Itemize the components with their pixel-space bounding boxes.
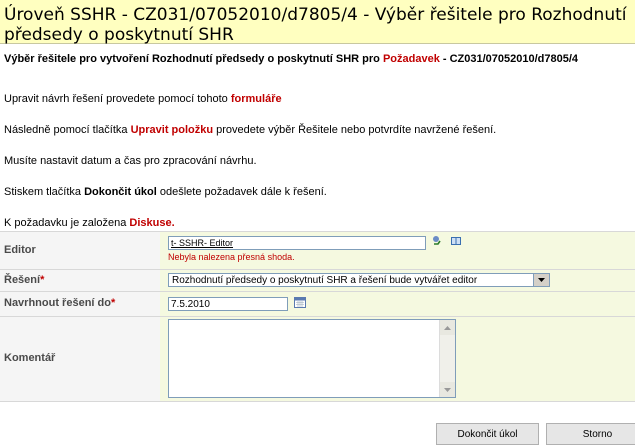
reseni-selected-value: Rozhodnutí předsedy o poskytnutí SHR a ř…: [172, 275, 478, 286]
para1-text: Upravit návrh řešení provedete pomocí to…: [4, 93, 231, 105]
editor-label: Editor: [0, 232, 160, 269]
task-form: Editor t- SSHR- Editor Nebyla nalezena p…: [0, 231, 635, 402]
para2-prefix: Následně pomocí tlačítka: [4, 124, 131, 136]
edit-item-link[interactable]: Upravit položku: [131, 124, 214, 136]
date-label-text: Navrhnout řešení do: [4, 297, 111, 309]
date-row: Navrhnout řešení do* 7.5.2010: [0, 292, 635, 317]
required-marker: *: [110, 297, 116, 309]
discussion-link[interactable]: Diskuse.: [129, 217, 174, 229]
date-field-cell: 7.5.2010: [160, 292, 635, 316]
reseni-row: Řešení* Rozhodnutí předsedy o poskytnutí…: [0, 270, 635, 292]
comment-field-cell: [160, 317, 635, 401]
para2-suffix: provedete výběr Řešitele nebo potvrdíte …: [213, 124, 497, 136]
reseni-label: Řešení*: [0, 270, 160, 291]
instruction-edit: Následně pomocí tlačítka Upravit položku…: [0, 123, 500, 137]
editor-error: Nebyla nalezena přesná shoda.: [168, 252, 295, 262]
pozadavek-link[interactable]: Požadavek: [383, 53, 440, 65]
editor-row: Editor t- SSHR- Editor Nebyla nalezena p…: [0, 232, 635, 270]
instruction-finish: Stiskem tlačítka Dokončit úkol odešlete …: [0, 185, 331, 199]
address-book-icon[interactable]: [450, 235, 462, 250]
chevron-down-icon[interactable]: [533, 274, 549, 286]
form-link[interactable]: formuláře: [231, 93, 282, 105]
comment-textarea[interactable]: [168, 319, 456, 398]
cancel-button[interactable]: Storno: [546, 423, 635, 445]
para5-prefix: K požadavku je založena: [4, 217, 130, 229]
instruction-form: Upravit návrh řešení provedete pomocí to…: [0, 92, 286, 106]
comment-label: Komentář: [0, 317, 160, 401]
reseni-select[interactable]: Rozhodnutí předsedy o poskytnutí SHR a ř…: [168, 273, 550, 287]
finish-task-button[interactable]: Dokončit úkol: [436, 423, 539, 445]
para4-bold: Dokončit úkol: [84, 186, 157, 198]
date-input[interactable]: 7.5.2010: [168, 296, 288, 311]
editor-input[interactable]: t- SSHR- Editor: [168, 235, 426, 250]
instruction-discussion: K požadavku je založena Diskuse.: [0, 216, 179, 230]
intro-suffix: - CZ031/07052010/d7805/4: [439, 53, 579, 65]
intro-prefix: Výběr řešitele pro vytvoření Rozhodnutí …: [4, 53, 383, 65]
para4-suffix: odešlete požadavek dále k řešení.: [156, 186, 327, 198]
reseni-field-cell: Rozhodnutí předsedy o poskytnutí SHR a ř…: [160, 270, 635, 291]
intro-text: Výběr řešitele pro vytvoření Rozhodnutí …: [0, 44, 635, 65]
scrollbar[interactable]: [439, 320, 455, 397]
check-names-icon[interactable]: [432, 235, 444, 250]
page-title: Úroveň SSHR - CZ031/07052010/d7805/4 - V…: [0, 0, 635, 45]
scroll-down-icon[interactable]: [440, 382, 455, 397]
calendar-icon[interactable]: [294, 296, 307, 311]
date-label: Navrhnout řešení do*: [0, 292, 160, 316]
editor-field-cell: t- SSHR- Editor Nebyla nalezena přesná s…: [160, 232, 635, 269]
para4-prefix: Stiskem tlačítka: [4, 186, 85, 198]
comment-row: Komentář: [0, 317, 635, 402]
scroll-up-icon[interactable]: [440, 320, 455, 335]
instruction-date: Musíte nastavit datum a čas pro zpracová…: [4, 155, 257, 167]
required-marker: *: [40, 274, 45, 286]
reseni-label-text: Řešení: [4, 274, 41, 286]
